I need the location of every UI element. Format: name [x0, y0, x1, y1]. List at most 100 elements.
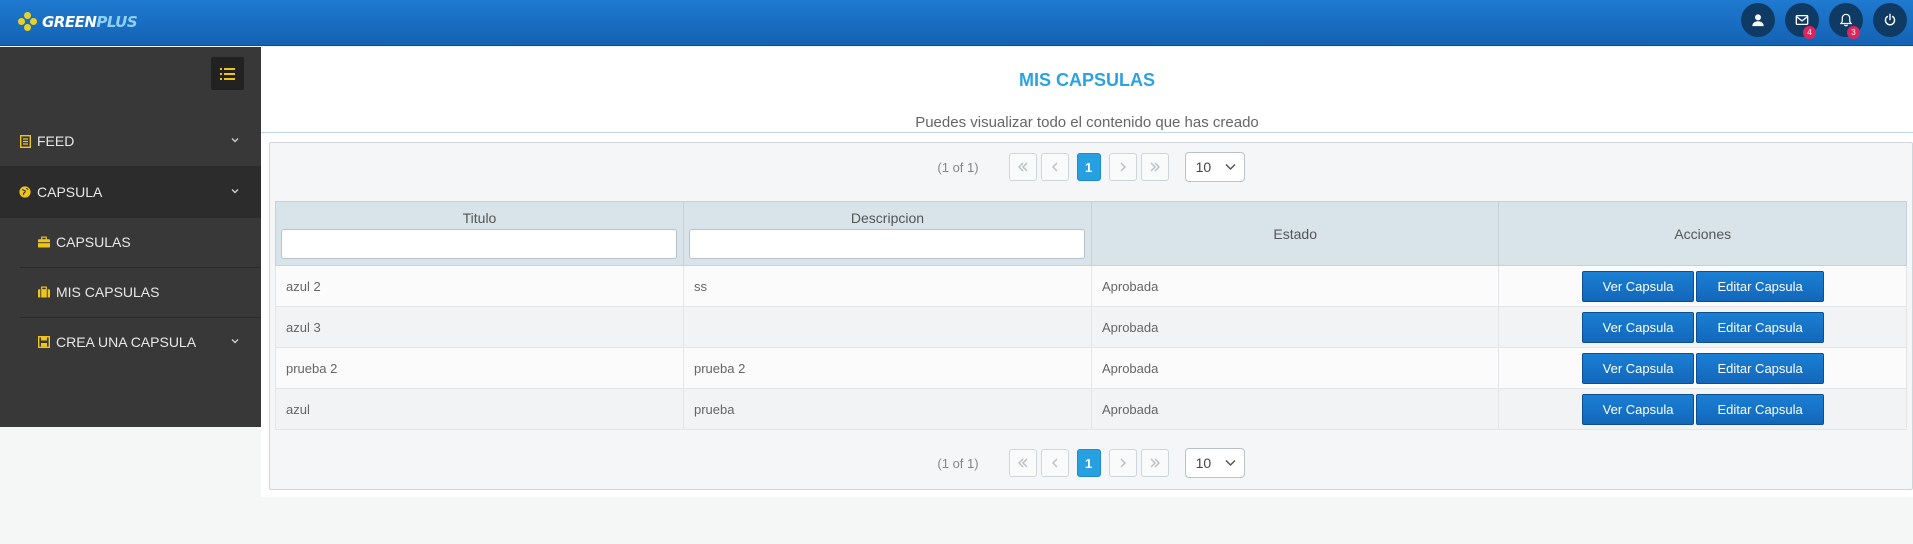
sidebar-item-label: MIS CAPSULAS [56, 284, 160, 300]
rows-per-page-select[interactable]: 10 [1184, 448, 1245, 478]
rows-per-page-value: 10 [1195, 455, 1212, 471]
cell-descripcion: ss [682, 265, 1092, 307]
globe-icon [19, 186, 31, 199]
logout-button[interactable] [1873, 3, 1907, 37]
descripcion-filter-input[interactable] [688, 229, 1085, 259]
brand-logo[interactable]: GREENPLUS [18, 11, 138, 33]
ver-capsula-button[interactable]: Ver Capsula [1581, 311, 1695, 343]
bell-icon [1839, 13, 1853, 27]
top-actions: 4 3 [1731, 3, 1907, 39]
chevron-right-icon [1120, 458, 1126, 468]
last-page-button[interactable] [1140, 449, 1169, 477]
page-1-button[interactable]: 1 [1076, 449, 1101, 477]
editar-capsula-button[interactable]: Editar Capsula [1696, 393, 1824, 425]
mail-icon [1795, 14, 1809, 26]
cell-acciones: Ver Capsula Editar Capsula [1498, 347, 1907, 389]
cell-descripcion [682, 306, 1092, 348]
column-header-titulo: Titulo [275, 201, 684, 266]
next-page-button[interactable] [1108, 449, 1137, 477]
messages-button[interactable]: 4 [1785, 3, 1819, 39]
double-chevron-right-icon [1150, 458, 1160, 468]
notifications-button[interactable]: 3 [1829, 3, 1863, 39]
sidebar-item-label: FEED [37, 133, 75, 149]
table-row: azul 3 Aprobada Ver Capsula Editar Capsul… [275, 306, 1907, 348]
cell-estado: Aprobada [1090, 388, 1500, 430]
capsules-datatable: (1 of 1) 1 10 Titulo Descripcion Estado … [269, 142, 1913, 490]
chevron-down-icon [231, 339, 239, 344]
main-content: MIS CAPSULAS Puedes visualizar todo el c… [261, 47, 1913, 497]
cell-acciones: Ver Capsula Editar Capsula [1498, 265, 1907, 307]
list-icon [220, 67, 235, 80]
cell-estado: Aprobada [1090, 347, 1500, 389]
hexagon-dots-logo-icon [18, 12, 38, 32]
save-icon [38, 336, 50, 349]
page-title: MIS CAPSULAS [1018, 70, 1155, 90]
user-icon [1752, 14, 1764, 27]
chevron-down-icon [231, 189, 239, 194]
prev-page-button[interactable] [1040, 449, 1069, 477]
chevron-left-icon [1051, 458, 1058, 468]
cell-estado: Aprobada [1090, 306, 1500, 348]
column-header-estado[interactable]: Estado [1090, 201, 1500, 266]
editar-capsula-button[interactable]: Editar Capsula [1696, 352, 1824, 384]
chevron-right-icon [1120, 162, 1126, 172]
briefcase-icon [38, 236, 50, 249]
column-header-descripcion: Descripcion [682, 201, 1092, 266]
first-page-button[interactable] [1008, 449, 1037, 477]
messages-badge: 4 [1803, 26, 1816, 39]
next-page-button[interactable] [1108, 153, 1137, 181]
cell-titulo: azul 2 [275, 265, 684, 307]
prev-page-button[interactable] [1040, 153, 1069, 181]
column-header-acciones: Acciones [1498, 201, 1907, 266]
editar-capsula-button[interactable]: Editar Capsula [1696, 270, 1824, 302]
user-button[interactable] [1741, 3, 1775, 37]
double-chevron-left-icon [1017, 458, 1028, 468]
column-label: Titulo [462, 210, 497, 226]
ver-capsula-button[interactable]: Ver Capsula [1581, 393, 1695, 425]
suitcase-icon [38, 286, 50, 299]
ver-capsula-button[interactable]: Ver Capsula [1581, 270, 1695, 302]
paginator-top: (1 of 1) 1 10 [270, 144, 1912, 190]
chevron-down-icon [1225, 163, 1236, 171]
sidebar-item-label: CAPSULAS [56, 234, 131, 250]
table-row: azul 2 ss Aprobada Ver Capsula Editar Cap… [275, 265, 1907, 307]
table-row: prueba 2 prueba 2 Aprobada Ver Capsula Ed… [275, 347, 1907, 389]
page-1-button[interactable]: 1 [1076, 153, 1101, 181]
cell-descripcion: prueba 2 [682, 347, 1092, 389]
sidebar-item-mis-capsulas[interactable]: MIS CAPSULAS [20, 267, 261, 317]
power-icon [1884, 13, 1896, 26]
table-header-row: Titulo Descripcion Estado Acciones [275, 201, 1907, 266]
editar-capsula-button[interactable]: Editar Capsula [1696, 311, 1824, 343]
last-page-button[interactable] [1140, 153, 1169, 181]
sidebar-item-label: CAPSULA [37, 184, 103, 200]
cell-titulo: prueba 2 [275, 347, 684, 389]
rows-per-page-select[interactable]: 10 [1184, 152, 1245, 182]
sidebar-toggle-button[interactable] [211, 57, 244, 90]
ver-capsula-button[interactable]: Ver Capsula [1581, 352, 1695, 384]
cell-descripcion: prueba [682, 388, 1092, 430]
chevron-left-icon [1051, 162, 1058, 172]
first-page-button[interactable] [1008, 153, 1037, 181]
cell-acciones: Ver Capsula Editar Capsula [1498, 306, 1907, 348]
chevron-down-icon [1225, 459, 1236, 467]
column-label: Descripcion [850, 210, 925, 226]
document-icon [19, 134, 31, 148]
page-count: (1 of 1) [937, 455, 979, 471]
sidebar-item-capsula[interactable]: CAPSULA [0, 167, 261, 217]
chevron-down-icon [231, 138, 239, 143]
table-row: azul prueba Aprobada Ver Capsula Editar C… [275, 388, 1907, 430]
sidebar-item-feed[interactable]: FEED [0, 116, 261, 166]
titulo-filter-input[interactable] [281, 229, 677, 259]
double-chevron-left-icon [1017, 162, 1028, 172]
cell-acciones: Ver Capsula Editar Capsula [1498, 388, 1907, 430]
sidebar: FEED CAPSULA CAPSULAS MIS CAPSULAS CREA … [0, 47, 261, 427]
brand-name: GREENPLUS [42, 13, 138, 31]
rows-per-page-value: 10 [1195, 159, 1212, 175]
page-subtitle: Puedes visualizar todo el contenido que … [915, 114, 1259, 131]
cell-titulo: azul 3 [275, 306, 684, 348]
title-divider [261, 132, 1913, 133]
sidebar-item-crea-una-capsula[interactable]: CREA UNA CAPSULA [20, 317, 261, 367]
sidebar-item-capsulas[interactable]: CAPSULAS [20, 217, 261, 267]
cell-titulo: azul [275, 388, 684, 430]
sidebar-item-label: CREA UNA CAPSULA [56, 334, 197, 350]
